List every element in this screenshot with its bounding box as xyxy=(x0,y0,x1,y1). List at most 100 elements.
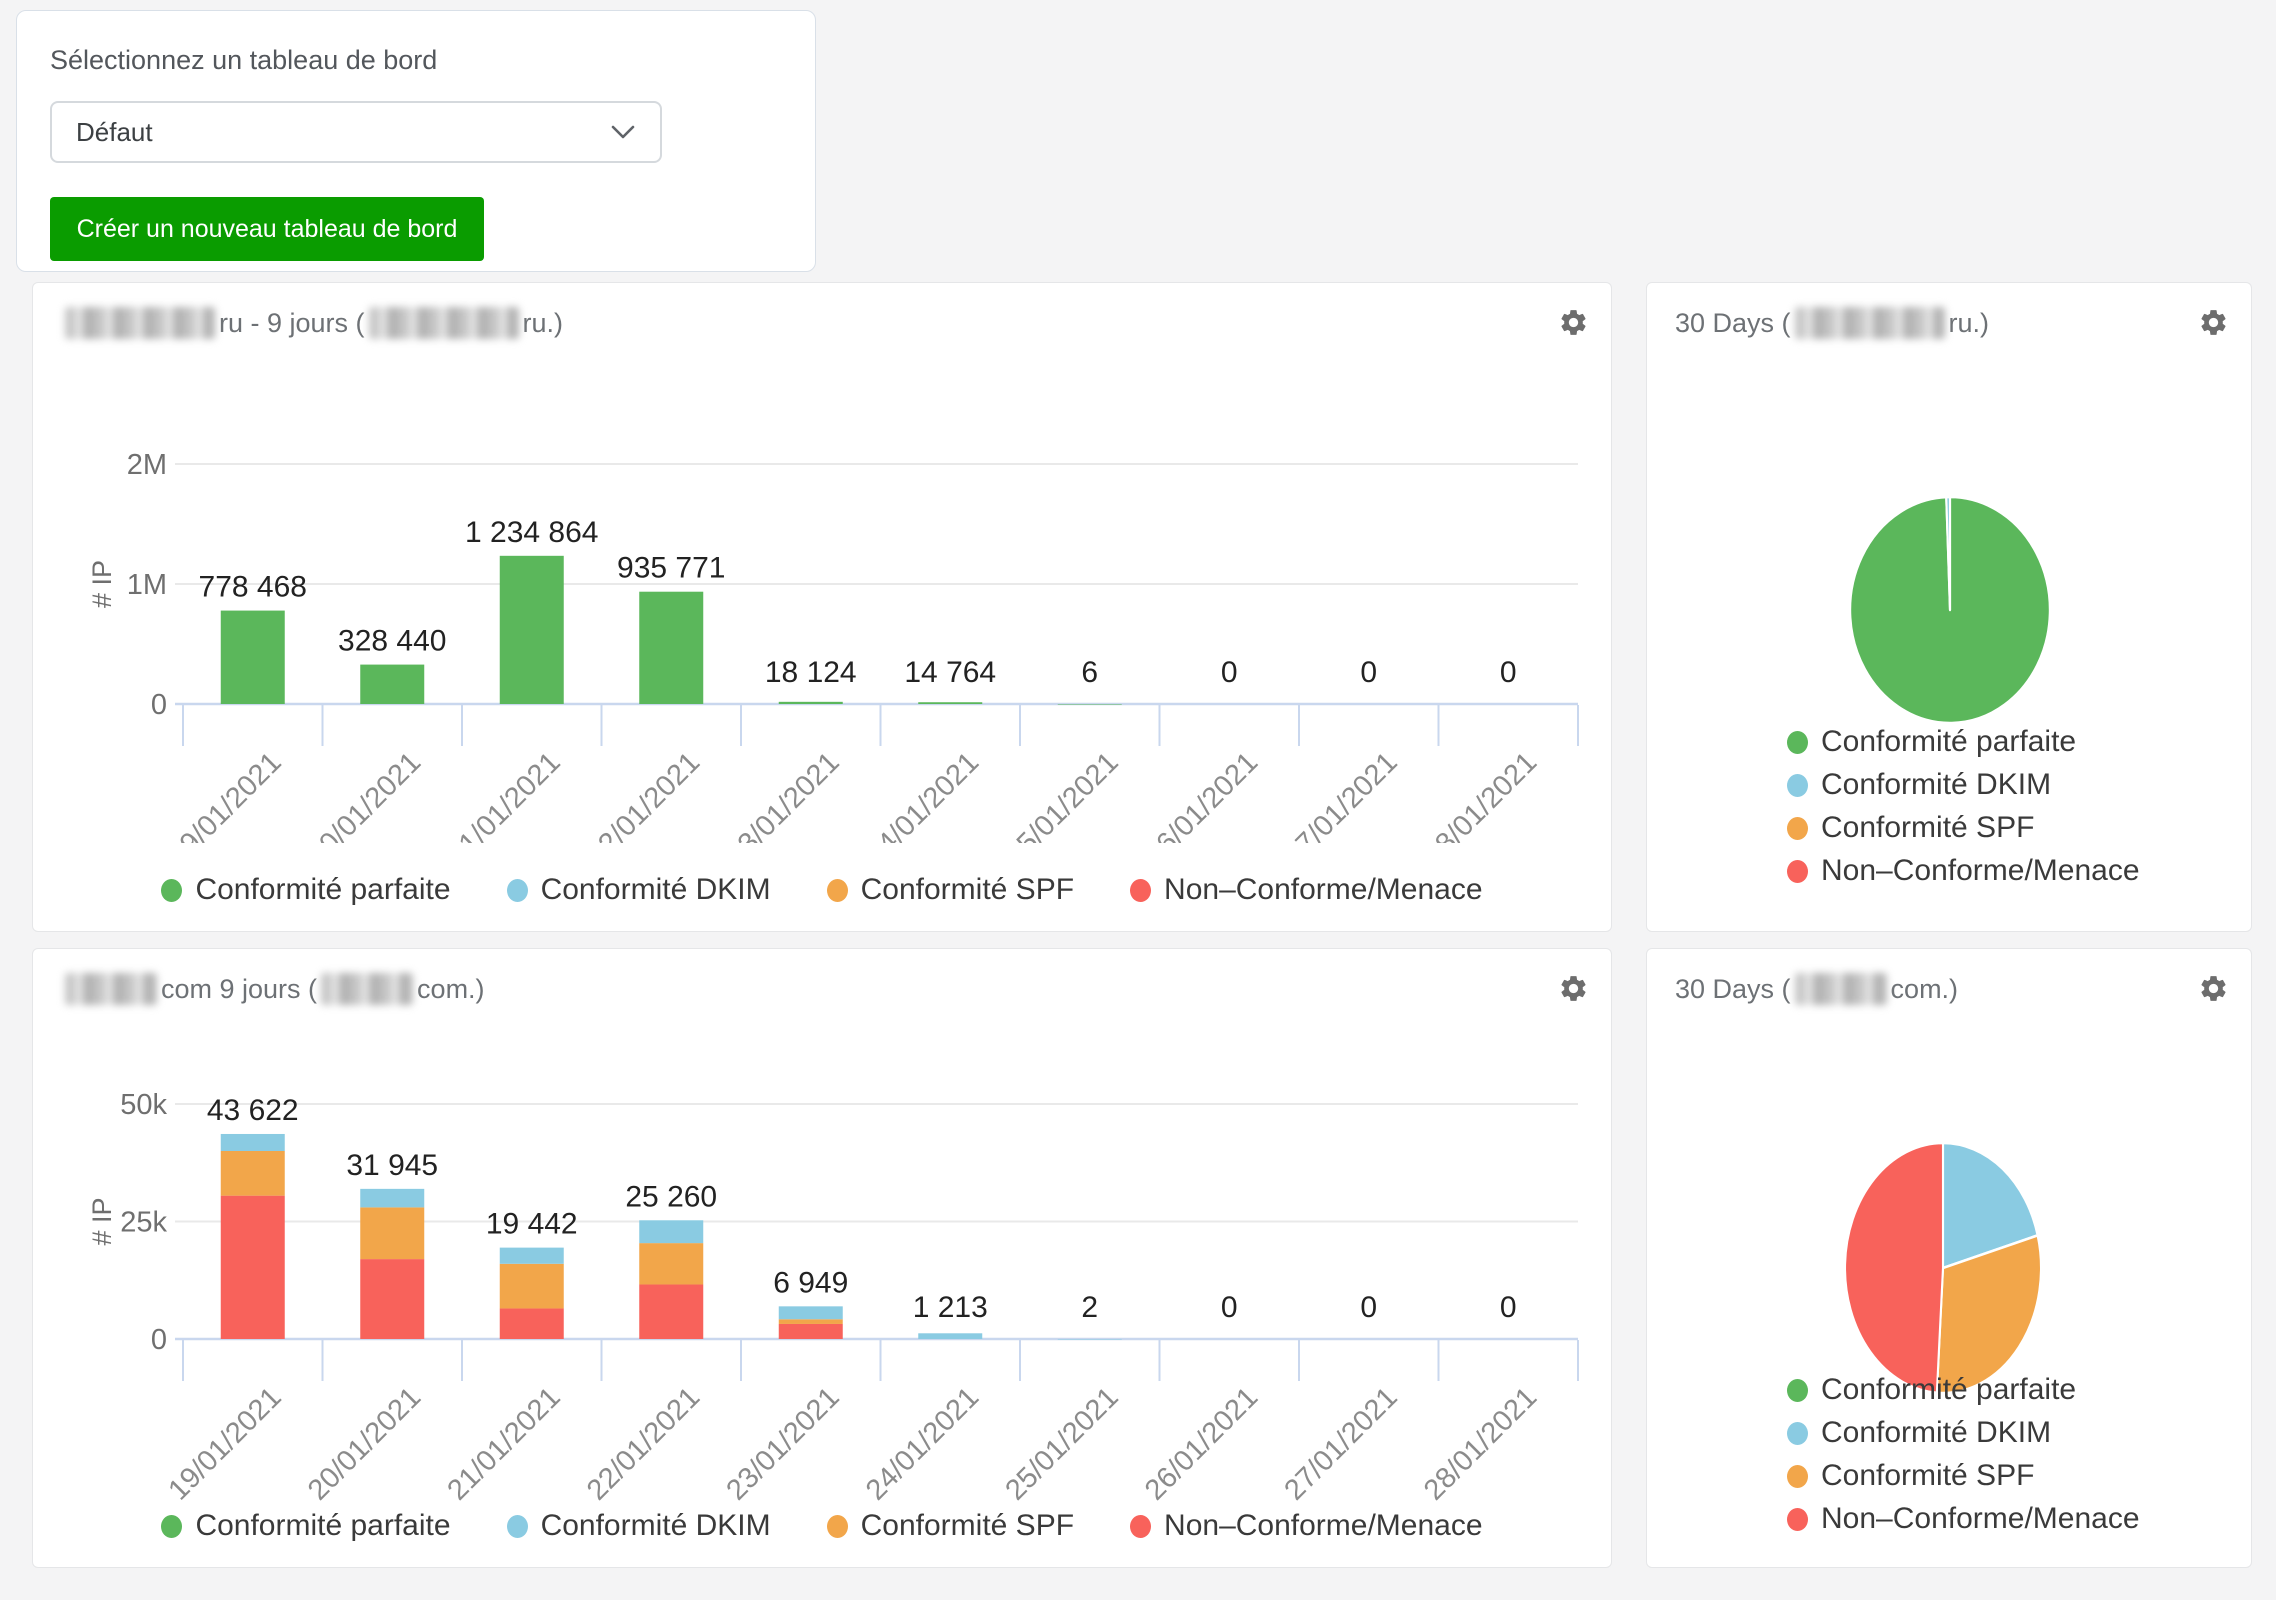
legend-item[interactable]: Non–Conforme/Menace xyxy=(1130,1509,1483,1543)
legend-label: Conformité parfaite xyxy=(195,1509,450,1543)
legend-label: Conformité SPF xyxy=(861,1509,1074,1543)
bar-segment[interactable] xyxy=(779,1306,843,1319)
legend-item[interactable]: Conformité parfaite xyxy=(1787,725,2140,759)
bar-value-label: 6 949 xyxy=(773,1266,848,1299)
x-axis-date-label: 21/01/2021 xyxy=(441,1381,566,1506)
bar-value-label: 0 xyxy=(1500,656,1517,689)
dashboard-selector-panel: Sélectionnez un tableau de bord Défaut C… xyxy=(16,10,816,272)
bar-segment[interactable] xyxy=(221,1134,285,1151)
bar-segment[interactable] xyxy=(500,1308,564,1339)
x-axis-date-label: 24/01/2021 xyxy=(860,746,985,843)
bar-segment[interactable] xyxy=(918,1333,982,1339)
bar-segment[interactable] xyxy=(779,1324,843,1339)
legend-item[interactable]: Conformité SPF xyxy=(1787,811,2140,845)
pie-slice[interactable] xyxy=(1845,1143,1943,1393)
bar-chart-ru[interactable]: 01M2M# IP778 46819/01/2021328 44020/01/2… xyxy=(33,383,1613,843)
pie-chart-ru[interactable] xyxy=(1843,489,2057,731)
legend-label: Conformité SPF xyxy=(1821,1459,2034,1493)
card-title: 30 Days ( ru.) xyxy=(1675,307,1989,339)
gear-icon[interactable] xyxy=(1558,307,1589,338)
y-tick-label: 0 xyxy=(151,1324,167,1356)
legend-item[interactable]: Conformité DKIM xyxy=(1787,768,2140,802)
bar-segment[interactable] xyxy=(1058,1339,1122,1340)
bar-segment[interactable] xyxy=(779,702,843,704)
legend-swatch-icon xyxy=(507,1515,528,1538)
legend-item[interactable]: Conformité DKIM xyxy=(507,1509,771,1543)
card-pie-chart-ru: 30 Days (ru.) Conformité parfaiteConform… xyxy=(1646,282,2252,932)
redacted-domain xyxy=(321,973,413,1005)
legend-item[interactable]: Non–Conforme/Menace xyxy=(1787,1502,2140,1536)
title-segment: com.) xyxy=(1891,974,1959,1005)
y-axis-label: # IP xyxy=(87,1197,117,1245)
pie-chart-com[interactable] xyxy=(1838,1134,2048,1402)
create-dashboard-button[interactable]: Créer un nouveau tableau de bord xyxy=(50,197,484,261)
x-axis-date-label: 25/01/2021 xyxy=(999,1381,1124,1506)
bar-segment[interactable] xyxy=(500,1264,564,1309)
legend-item[interactable]: Conformité DKIM xyxy=(1787,1416,2140,1450)
bar-value-label: 14 764 xyxy=(904,656,996,689)
title-segment: ru.) xyxy=(1949,308,1990,339)
bar-segment[interactable] xyxy=(639,1243,703,1284)
y-tick-label: 1M xyxy=(127,569,167,601)
legend-label: Conformité DKIM xyxy=(1821,1416,2051,1450)
legend-label: Conformité DKIM xyxy=(1821,768,2051,802)
y-axis-label: # IP xyxy=(87,560,117,608)
title-segment: com 9 jours ( xyxy=(161,974,317,1005)
bar-segment[interactable] xyxy=(360,665,424,704)
legend-swatch-icon xyxy=(1787,731,1808,754)
bar-value-label: 6 xyxy=(1081,656,1098,689)
bar-segment[interactable] xyxy=(360,1259,424,1339)
legend-label: Non–Conforme/Menace xyxy=(1164,873,1483,907)
legend-item[interactable]: Non–Conforme/Menace xyxy=(1130,873,1483,907)
legend-swatch-icon xyxy=(1130,1515,1151,1538)
bar-segment[interactable] xyxy=(221,1196,285,1339)
legend-label: Conformité SPF xyxy=(861,873,1074,907)
card-title: ru - 9 jours (ru.) xyxy=(61,307,563,339)
redacted-domain xyxy=(1795,973,1887,1005)
bar-segment[interactable] xyxy=(500,556,564,704)
redacted-domain xyxy=(65,307,215,339)
gear-icon[interactable] xyxy=(2198,307,2229,338)
bar-segment[interactable] xyxy=(639,1220,703,1243)
bar-value-label: 25 260 xyxy=(625,1180,717,1213)
bar-value-label: 0 xyxy=(1500,1291,1517,1324)
legend-item[interactable]: Conformité SPF xyxy=(827,1509,1074,1543)
gear-icon[interactable] xyxy=(2198,973,2229,1004)
bar-segment[interactable] xyxy=(221,1151,285,1196)
title-segment: 30 Days ( xyxy=(1675,308,1791,339)
title-segment: ru.) xyxy=(523,308,564,339)
bar-segment[interactable] xyxy=(639,592,703,704)
bar-segment[interactable] xyxy=(1058,704,1122,705)
legend-item[interactable]: Conformité parfaite xyxy=(161,873,450,907)
legend-swatch-icon xyxy=(827,1515,848,1538)
x-axis-date-label: 27/01/2021 xyxy=(1278,1381,1403,1506)
x-axis-date-label: 27/01/2021 xyxy=(1278,746,1403,843)
bar-segment[interactable] xyxy=(779,1319,843,1324)
gear-icon[interactable] xyxy=(1558,973,1589,1004)
legend-item[interactable]: Conformité DKIM xyxy=(507,873,771,907)
legend-item[interactable]: Conformité SPF xyxy=(1787,1459,2140,1493)
bar-chart-com[interactable]: 025k50k# IP43 62219/01/202131 94520/01/2… xyxy=(33,1049,1613,1509)
bar-segment[interactable] xyxy=(639,1284,703,1339)
card-pie-chart-com: 30 Days ( com.) Conformité parfaite Confor… xyxy=(1646,948,2252,1568)
legend-label: Conformité parfaite xyxy=(1821,1373,2076,1407)
bar-segment[interactable] xyxy=(500,1248,564,1264)
bar-segment[interactable] xyxy=(918,702,982,704)
x-axis-date-label: 23/01/2021 xyxy=(720,1381,845,1506)
card-bar-chart-ru: ru - 9 jours (ru.) 01M2M# IP778 46819/01… xyxy=(32,282,1612,932)
bar-segment[interactable] xyxy=(360,1189,424,1208)
chart-legend: Conformité parfaite Conformité DKIM Confor… xyxy=(33,1509,1611,1543)
title-segment: 30 Days ( xyxy=(1675,974,1791,1005)
legend-item[interactable]: Conformité SPF xyxy=(827,873,1074,907)
chart-legend: Conformité parfaite Conformité DKIM Confor… xyxy=(1787,725,2140,888)
x-axis-date-label: 20/01/2021 xyxy=(302,746,427,843)
bar-segment[interactable] xyxy=(360,1207,424,1259)
dashboard-select[interactable]: Défaut xyxy=(50,101,662,163)
legend-swatch-icon xyxy=(827,879,848,902)
legend-item[interactable]: Conformité parfaite xyxy=(1787,1373,2140,1407)
legend-label: Non–Conforme/Menace xyxy=(1164,1509,1483,1543)
bar-segment[interactable] xyxy=(221,611,285,704)
legend-item[interactable]: Non–Conforme/Menace xyxy=(1787,854,2140,888)
legend-swatch-icon xyxy=(161,879,182,902)
legend-item[interactable]: Conformité parfaite xyxy=(161,1509,450,1543)
